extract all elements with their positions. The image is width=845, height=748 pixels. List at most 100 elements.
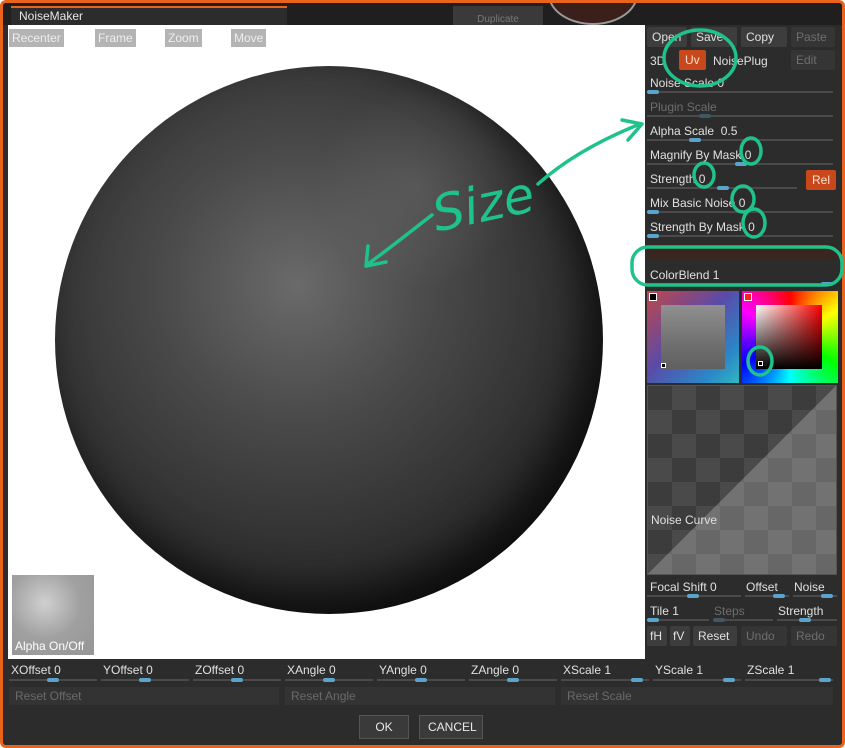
xscale-slider[interactable]: XScale 1 <box>563 663 611 677</box>
zangle-slider[interactable]: ZAngle 0 <box>471 663 519 677</box>
flip-vertical-button[interactable]: fV <box>670 626 690 646</box>
yoffset-thumb[interactable] <box>139 678 151 682</box>
xangle-thumb[interactable] <box>323 678 335 682</box>
cancel-button[interactable]: CANCEL <box>419 715 483 739</box>
main-color-square[interactable] <box>756 305 822 369</box>
zscale-track[interactable] <box>745 678 833 682</box>
xscale-track[interactable] <box>561 678 649 682</box>
main-swatch[interactable] <box>744 293 752 301</box>
secondary-color-square[interactable] <box>661 305 725 369</box>
reset-offset-button[interactable]: Reset Offset <box>9 687 279 705</box>
edit-button[interactable]: Edit <box>791 50 835 70</box>
yscale-track[interactable] <box>653 678 741 682</box>
uv-toggle[interactable]: Uv <box>679 50 706 70</box>
xscale-thumb[interactable] <box>631 678 643 682</box>
yoffset-slider[interactable]: YOffset 0 <box>103 663 153 677</box>
magnify-slider[interactable]: Magnify By Mask 0 <box>650 148 751 162</box>
xoffset-track[interactable] <box>9 678 97 682</box>
zoom-button[interactable]: Zoom <box>165 29 202 47</box>
xoffset-slider[interactable]: XOffset 0 <box>11 663 61 677</box>
color-blend-slider[interactable]: ColorBlend 1 <box>650 268 719 282</box>
yangle-thumb[interactable] <box>415 678 427 682</box>
save-button[interactable]: Save <box>691 27 737 47</box>
recenter-button[interactable]: Recenter <box>9 29 64 47</box>
zscale-thumb[interactable] <box>819 678 831 682</box>
reset-scale-button[interactable]: Reset Scale <box>561 687 833 705</box>
move-button[interactable]: Move <box>231 29 267 47</box>
tile-slider[interactable]: Tile 1 <box>650 604 679 618</box>
strength-slider[interactable]: Strength 0 <box>650 172 705 186</box>
alpha-toggle[interactable]: Alpha On/Off <box>12 575 94 655</box>
noise-scale-slider[interactable]: Noise Scale 0 <box>650 76 724 90</box>
noiseplug-button[interactable]: NoisePlug <box>713 54 768 68</box>
main-color-cursor[interactable] <box>758 361 763 366</box>
focal-shift-slider[interactable]: Focal Shift 0 <box>650 580 717 594</box>
reset-angle-button[interactable]: Reset Angle <box>285 687 555 705</box>
flip-horizontal-button[interactable]: fH <box>647 626 667 646</box>
strength-mask-slider[interactable]: Strength By Mask 0 <box>650 220 755 234</box>
alpha-scale-thumb[interactable] <box>689 138 701 142</box>
yangle-slider[interactable]: YAngle 0 <box>379 663 427 677</box>
curve-reset-button[interactable]: Reset <box>693 626 737 646</box>
strength-mask-thumb[interactable] <box>647 234 659 238</box>
focal-shift-track[interactable] <box>647 594 741 598</box>
yangle-track[interactable] <box>377 678 465 682</box>
paste-button[interactable]: Paste <box>791 27 835 47</box>
open-button[interactable]: Open <box>647 27 687 47</box>
strength-curve-track[interactable] <box>777 618 837 622</box>
noise-preview-sphere[interactable] <box>55 66 603 614</box>
zangle-track[interactable] <box>469 678 557 682</box>
yscale-thumb[interactable] <box>723 678 735 682</box>
preview-canvas[interactable]: Recenter Frame Zoom Move Alpha On/Off <box>8 25 645 659</box>
zoffset-track[interactable] <box>193 678 281 682</box>
curve-undo-button[interactable]: Undo <box>741 626 787 646</box>
color-blend-track[interactable] <box>647 282 833 286</box>
xangle-slider[interactable]: XAngle 0 <box>287 663 336 677</box>
xangle-track[interactable] <box>285 678 373 682</box>
mix-noise-track[interactable] <box>647 210 833 214</box>
zoffset-slider[interactable]: ZOffset 0 <box>195 663 244 677</box>
magnify-thumb[interactable] <box>735 162 747 166</box>
main-color-picker[interactable] <box>742 291 838 383</box>
rel-toggle[interactable]: Rel <box>806 170 837 190</box>
tile-thumb[interactable] <box>647 618 659 622</box>
focal-shift-thumb[interactable] <box>687 594 699 598</box>
zangle-thumb[interactable] <box>507 678 519 682</box>
secondary-color-cursor[interactable] <box>661 363 666 368</box>
secondary-color-picker[interactable] <box>647 291 739 383</box>
secondary-swatch[interactable] <box>649 293 657 301</box>
steps-button[interactable]: Steps <box>714 604 745 618</box>
offset-thumb[interactable] <box>773 594 785 598</box>
curve-redo-button[interactable]: Redo <box>791 626 837 646</box>
tile-track[interactable] <box>647 618 709 622</box>
alpha-scale-track[interactable] <box>647 138 833 142</box>
yoffset-track[interactable] <box>101 678 189 682</box>
mode-3d-label[interactable]: 3D <box>650 54 665 68</box>
alpha-scale-slider[interactable]: Alpha Scale 0.5 <box>650 124 737 138</box>
strength-thumb[interactable] <box>717 186 729 190</box>
noise-thumb[interactable] <box>821 594 833 598</box>
noise-scale-track[interactable] <box>647 90 833 94</box>
yscale-slider[interactable]: YScale 1 <box>655 663 703 677</box>
zscale-slider[interactable]: ZScale 1 <box>747 663 794 677</box>
noise-button[interactable]: Noise <box>794 580 825 594</box>
offset-track[interactable] <box>745 594 789 598</box>
strength-track[interactable] <box>647 186 797 190</box>
noise-curve-editor[interactable]: Noise Curve <box>647 385 837 575</box>
zoffset-thumb[interactable] <box>231 678 243 682</box>
blend-mode-strip[interactable] <box>647 243 837 259</box>
noise-scale-thumb[interactable] <box>647 90 659 94</box>
ok-button[interactable]: OK <box>359 715 409 739</box>
frame-button[interactable]: Frame <box>95 29 136 47</box>
mix-noise-thumb[interactable] <box>647 210 659 214</box>
strength-curve-button[interactable]: Strength <box>778 604 823 618</box>
steps-thumb[interactable] <box>713 618 725 622</box>
copy-button[interactable]: Copy <box>741 27 787 47</box>
magnify-track[interactable] <box>647 162 833 166</box>
color-blend-thumb[interactable] <box>821 282 833 286</box>
steps-track[interactable] <box>713 618 773 622</box>
strength-mask-track[interactable] <box>647 234 833 238</box>
offset-button[interactable]: Offset <box>746 580 778 594</box>
mix-noise-slider[interactable]: Mix Basic Noise 0 <box>650 196 745 210</box>
xoffset-thumb[interactable] <box>47 678 59 682</box>
